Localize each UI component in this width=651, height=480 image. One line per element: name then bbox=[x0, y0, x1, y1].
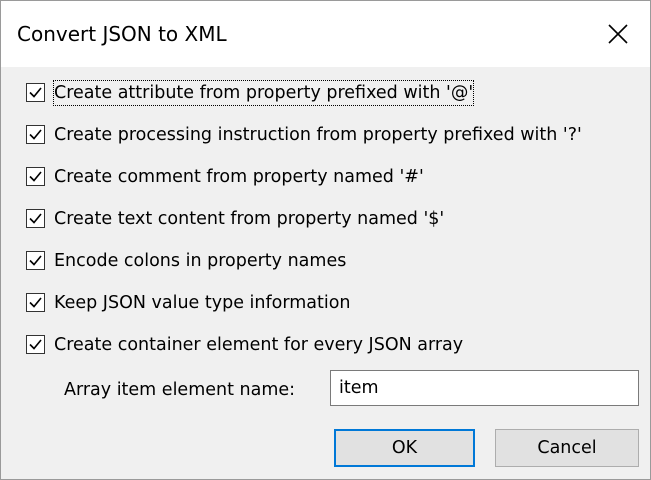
checkmark-icon bbox=[29, 87, 42, 98]
checkmark-icon bbox=[29, 339, 42, 350]
dialog-title: Convert JSON to XML bbox=[17, 22, 227, 46]
option-label-create-comment: Create comment from property named '#' bbox=[54, 167, 424, 187]
checkmark-icon bbox=[29, 129, 42, 140]
checkbox-create-comment[interactable] bbox=[26, 167, 45, 186]
checkbox-encode-colons[interactable] bbox=[26, 251, 45, 270]
convert-json-to-xml-dialog: Convert JSON to XML Create attribute fro… bbox=[0, 0, 651, 480]
checkbox-keep-json-value-type[interactable] bbox=[26, 293, 45, 312]
option-label-create-processing-instruction: Create processing instruction from prope… bbox=[54, 125, 582, 145]
checkmark-icon bbox=[29, 255, 42, 266]
option-label-encode-colons: Encode colons in property names bbox=[54, 251, 347, 271]
close-icon bbox=[608, 24, 628, 44]
checkbox-create-attribute[interactable] bbox=[26, 83, 45, 102]
option-label-keep-json-value-type: Keep JSON value type information bbox=[54, 293, 351, 313]
close-button[interactable] bbox=[588, 1, 650, 67]
title-bar: Convert JSON to XML bbox=[1, 1, 650, 67]
checkmark-icon bbox=[29, 297, 42, 308]
ok-button[interactable]: OK bbox=[334, 429, 475, 467]
array-item-element-name-input[interactable] bbox=[330, 370, 639, 406]
array-item-element-name-label: Array item element name: bbox=[64, 380, 296, 400]
checkmark-icon bbox=[29, 213, 42, 224]
option-label-create-container-element: Create container element for every JSON … bbox=[54, 335, 464, 355]
option-label-create-attribute: Create attribute from property prefixed … bbox=[52, 80, 475, 106]
checkbox-create-text-content[interactable] bbox=[26, 209, 45, 228]
cancel-button[interactable]: Cancel bbox=[495, 429, 639, 467]
checkbox-create-processing-instruction[interactable] bbox=[26, 125, 45, 144]
option-label-create-text-content: Create text content from property named … bbox=[54, 209, 445, 229]
checkbox-create-container-element[interactable] bbox=[26, 335, 45, 354]
checkmark-icon bbox=[29, 171, 42, 182]
